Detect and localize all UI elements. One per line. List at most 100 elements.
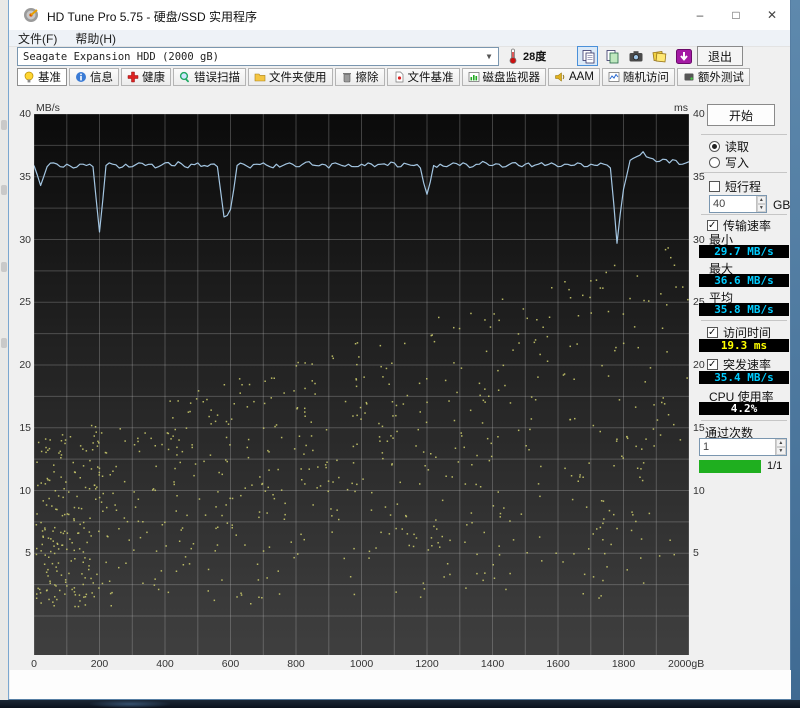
grid-layer — [33, 113, 690, 655]
tab-label: 信息 — [90, 72, 113, 84]
divider — [701, 420, 787, 421]
tab-random-access[interactable]: 随机访问 — [601, 68, 675, 86]
x-axis-tick: 1200 — [415, 658, 439, 670]
toolbar: Seagate Expansion HDD (2000 gB) ▼ 28度 退出 — [9, 46, 790, 67]
tab-label: 文件夹使用 — [269, 72, 327, 84]
max-value: 36.6 MB/s — [699, 274, 789, 287]
folder-icon — [254, 73, 266, 82]
start-button[interactable]: 开始 — [707, 104, 775, 126]
file-icon — [395, 71, 403, 83]
tab-label: 磁盘监视器 — [482, 72, 541, 84]
speaker-icon — [555, 72, 565, 82]
screenshot-button[interactable] — [625, 46, 646, 66]
y-left-tick: 15 — [19, 421, 31, 434]
divider — [701, 172, 787, 173]
read-radio[interactable]: 读取 — [709, 138, 749, 155]
exit-button[interactable]: 退出 — [697, 46, 743, 66]
min-value: 29.7 MB/s — [699, 245, 789, 258]
step-up-icon[interactable]: ▲ — [775, 439, 786, 447]
drive-select[interactable]: Seagate Expansion HDD (2000 gB) ▼ — [17, 47, 499, 66]
x-axis-tick: 1800 — [611, 658, 636, 670]
cpu-usage-value: 4.2% — [699, 402, 789, 415]
tab-extra-tests[interactable]: 额外测试 — [676, 68, 750, 86]
y-left-axis-unit: MB/s — [36, 102, 60, 114]
copy-icon — [582, 49, 594, 63]
x-axis-tick: 400 — [156, 658, 174, 670]
y-left-tick: 25 — [19, 296, 31, 309]
tab-file-benchmark[interactable]: 文件基准 — [386, 68, 460, 86]
taskbar[interactable] — [0, 700, 800, 708]
pass-count-input[interactable]: ▲ ▼ — [699, 438, 787, 456]
tab-aam[interactable]: AAM — [548, 68, 600, 86]
pass-progress-label: 1/1 — [767, 460, 783, 472]
x-axis-tick: 600 — [221, 658, 240, 670]
tab-health[interactable]: 健康 — [121, 68, 171, 86]
copy-button[interactable] — [577, 46, 598, 66]
minimize-button[interactable]: – — [682, 0, 718, 30]
x-axis-tick: 800 — [287, 658, 305, 670]
burst-rate-value: 35.4 MB/s — [699, 371, 789, 384]
radio-icon[interactable] — [709, 157, 720, 168]
y-left-tick: 35 — [19, 170, 31, 183]
copy-image-button[interactable] — [601, 46, 622, 66]
tab-erase[interactable]: 擦除 — [334, 68, 385, 86]
step-up-icon[interactable]: ▲ — [756, 196, 766, 204]
random-chart-icon — [608, 72, 620, 82]
screenshot-icon — [629, 50, 642, 61]
short-stroke-checkbox[interactable]: 短行程 — [709, 178, 761, 195]
y-left-tick: 5 — [25, 547, 31, 560]
gb-unit-label: GB — [773, 198, 791, 212]
save-results-button[interactable] — [649, 46, 670, 66]
menu-file[interactable]: 文件(F) — [9, 30, 66, 47]
y-left-tick: 30 — [19, 233, 31, 246]
magnifier-icon — [179, 71, 189, 83]
tab-info[interactable]: 信息 — [69, 68, 119, 86]
chevron-down-icon[interactable]: ▼ — [482, 50, 496, 63]
tab-folder-usage[interactable]: 文件夹使用 — [248, 68, 333, 86]
download-button[interactable] — [673, 46, 694, 66]
checkbox-icon[interactable] — [707, 359, 718, 370]
close-button[interactable]: ✕ — [754, 0, 790, 30]
y-right-tick: 10 — [693, 484, 705, 497]
checkbox-icon[interactable] — [707, 220, 718, 231]
tab-label: 额外测试 — [697, 72, 744, 84]
step-down-icon[interactable]: ▼ — [775, 447, 786, 455]
avg-value: 35.8 MB/s — [699, 303, 789, 316]
background-smudge — [1, 262, 7, 272]
step-down-icon[interactable]: ▼ — [756, 204, 766, 212]
menu-help[interactable]: 帮助(H) — [66, 30, 125, 47]
stepper: ▲ ▼ — [774, 439, 786, 455]
y-left-tick: 20 — [19, 359, 31, 371]
title-bar: HD Tune Pro 5.75 - 硬盘/SSD 实用程序 – □ ✕ — [9, 0, 790, 30]
tab-disk-monitor[interactable]: 磁盘监视器 — [461, 68, 546, 86]
tab-error-scan[interactable]: 错误扫描 — [173, 68, 246, 86]
tab-label: 错误扫描 — [194, 72, 240, 84]
tab-bar: 基准 信息 健康 错误扫描 文件夹使用 擦除 文件基准 磁盘监视器 AAM 随机访问 额外测试 — [9, 68, 790, 86]
background-window-fragment — [0, 0, 8, 700]
radio-icon[interactable] — [709, 141, 720, 152]
copy-image-icon — [606, 49, 618, 63]
benchmark-plot — [33, 113, 690, 655]
app-icon — [24, 8, 38, 22]
window-footer-space — [10, 670, 791, 699]
taskbar-glow — [90, 700, 170, 708]
read-radio-label: 读取 — [725, 140, 750, 154]
extra-disk-icon — [684, 73, 694, 81]
write-radio[interactable]: 写入 — [709, 154, 749, 171]
pass-progress-bar — [699, 460, 761, 473]
pass-count-value[interactable] — [700, 439, 775, 455]
benchmark-chart — [33, 113, 690, 655]
drive-select-value: Seagate Expansion HDD (2000 gB) — [23, 50, 219, 63]
hdtune-window: HD Tune Pro 5.75 - 硬盘/SSD 实用程序 – □ ✕ 文件(… — [8, 0, 791, 700]
y-left-tick: 10 — [19, 484, 31, 497]
drive-temperature: 28度 — [507, 48, 546, 64]
desktop-screen: HD Tune Pro 5.75 - 硬盘/SSD 实用程序 – □ ✕ 文件(… — [0, 0, 800, 708]
checkbox-icon[interactable] — [707, 327, 718, 338]
maximize-button[interactable]: □ — [718, 0, 754, 30]
divider — [701, 214, 787, 215]
checkbox-icon[interactable] — [709, 181, 720, 192]
health-cross-icon — [127, 71, 139, 83]
short-stroke-size-value[interactable] — [710, 196, 756, 212]
tab-benchmark[interactable]: 基准 — [17, 68, 67, 86]
short-stroke-size-input[interactable]: ▲ ▼ — [709, 195, 767, 213]
